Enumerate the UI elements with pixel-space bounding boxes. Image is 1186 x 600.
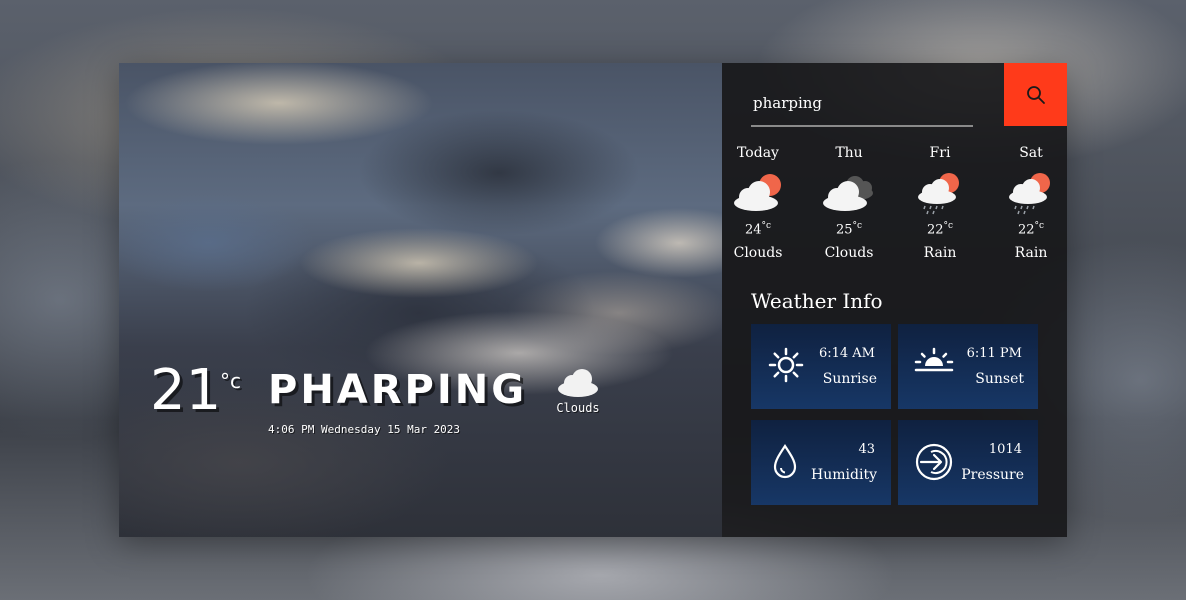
- hero-section: 21 °c PHARPING 4:06 PM Wednesday 15 Mar …: [119, 63, 722, 537]
- forecast-temperature: 22°c: [926, 221, 954, 238]
- droplet-icon: [773, 444, 797, 479]
- temperature-unit: °c: [220, 369, 241, 393]
- cloud-icon: [558, 369, 598, 397]
- humidity-label: Humidity: [811, 467, 877, 483]
- current-datetime: 4:06 PM Wednesday 15 Mar 2023: [268, 423, 461, 436]
- forecast-list: Today 24°c Clouds Thu 25°c Clouds Fri 22…: [722, 143, 1067, 283]
- sun-rain-icon: [1009, 173, 1050, 215]
- current-temperature: 21: [150, 358, 222, 423]
- pressure-icon: [915, 443, 953, 481]
- pressure-label: Pressure: [961, 467, 1024, 483]
- humidity-tile: 43 Humidity: [751, 420, 891, 505]
- current-condition: Clouds: [550, 365, 606, 415]
- forecast-day-fri: Fri 22°c Rain: [895, 143, 985, 261]
- forecast-condition: Clouds: [733, 245, 783, 261]
- side-panel: Today 24°c Clouds Thu: [722, 63, 1067, 537]
- forecast-day-name: Today: [737, 145, 779, 161]
- pressure-tile: 1014 Pressure: [898, 420, 1038, 505]
- forecast-temperature: 24°c: [744, 221, 772, 238]
- pressure-value: 1014: [988, 442, 1022, 457]
- sun-cloud-icon: [734, 174, 781, 211]
- forecast-condition: Rain: [923, 245, 957, 261]
- sunrise-value: 6:14 AM: [818, 346, 875, 361]
- forecast-day-today: Today 24°c Clouds: [713, 143, 803, 261]
- humidity-value: 43: [858, 442, 875, 457]
- sunset-value: 6:11 PM: [966, 346, 1022, 361]
- forecast-day-name: Thu: [835, 145, 863, 161]
- forecast-day-name: Sat: [1019, 145, 1043, 161]
- search-icon: [1026, 85, 1045, 104]
- sun-rain-icon: [918, 173, 959, 215]
- weather-info-title: Weather Info: [751, 289, 883, 313]
- dark-cloud-icon: [823, 176, 873, 211]
- sunrise-label: Sunrise: [822, 371, 877, 387]
- weather-card: 21 °c PHARPING 4:06 PM Wednesday 15 Mar …: [119, 63, 1067, 537]
- forecast-temperature: 22°c: [1017, 221, 1045, 238]
- forecast-day-sat: Sat 22°c Rain: [986, 143, 1076, 261]
- sunset-label: Sunset: [975, 371, 1024, 387]
- sunset-tile: 6:11 PM Sunset: [898, 324, 1038, 409]
- current-condition-label: Clouds: [556, 401, 600, 415]
- search-input[interactable]: [751, 85, 975, 121]
- forecast-condition: Rain: [1014, 245, 1048, 261]
- city-name: PHARPING: [268, 367, 528, 413]
- sun-icon: [768, 347, 804, 383]
- forecast-day-name: Fri: [929, 145, 951, 161]
- search-button[interactable]: [1004, 63, 1067, 126]
- sunrise-tile: 6:14 AM Sunrise: [751, 324, 891, 409]
- forecast-condition: Clouds: [824, 245, 874, 261]
- forecast-temperature: 25°c: [835, 221, 863, 238]
- sunset-icon: [914, 347, 954, 372]
- search-field: [751, 85, 975, 127]
- forecast-day-thu: Thu 25°c Clouds: [804, 143, 894, 261]
